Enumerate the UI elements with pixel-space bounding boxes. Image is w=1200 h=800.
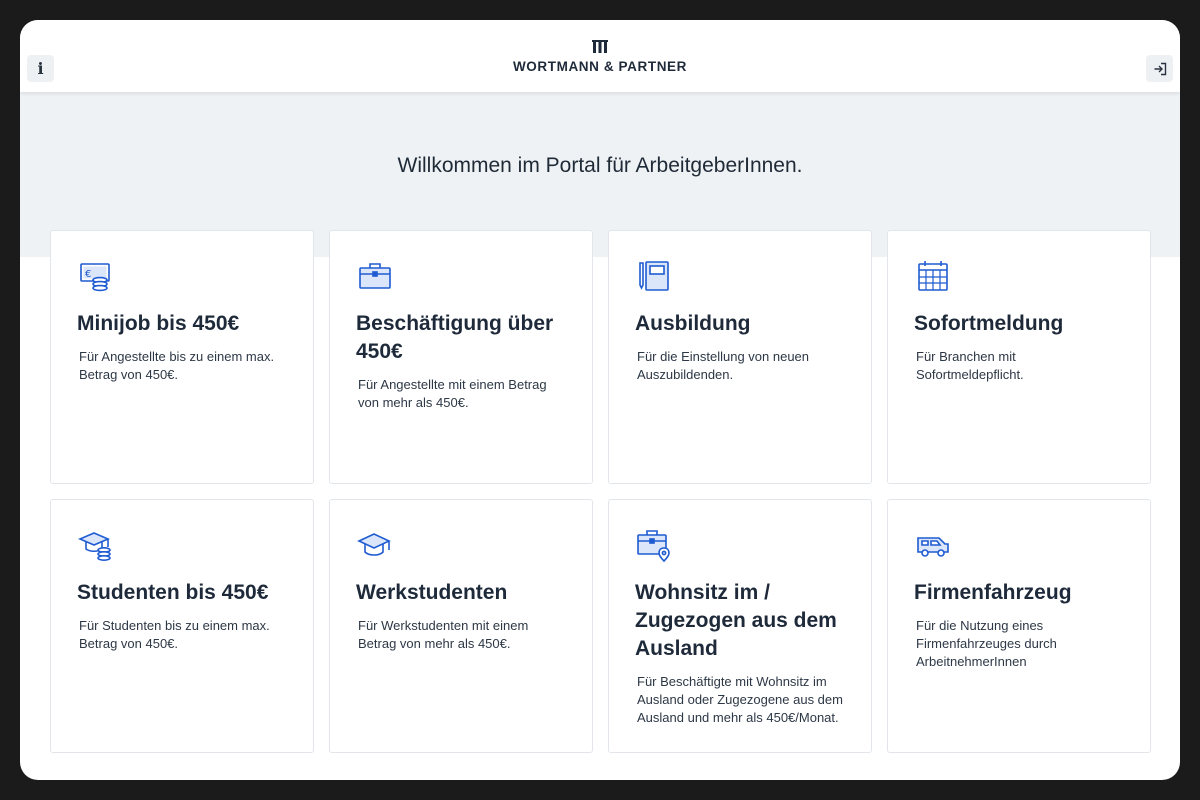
card-title: Beschäftigung über 450€ <box>356 312 554 363</box>
card-title: Wohnsitz im / Zugezogen aus dem Ausland <box>635 581 837 660</box>
login-button[interactable] <box>1146 55 1173 82</box>
card-minijob[interactable]: € Minijob bis 450€ Für Angestellte bis z… <box>50 230 314 484</box>
card-sofortmeldung[interactable]: Sofortmeldung Für Branchen mit Sofortmel… <box>887 230 1151 484</box>
company-logo[interactable]: WORTMANN & PARTNER <box>20 40 1180 74</box>
welcome-heading: Willkommen im Portal für ArbeitgeberInne… <box>397 154 803 177</box>
card-description: Für Studenten bis zu einem max. Betrag v… <box>79 618 270 651</box>
briefcase-location-icon <box>637 530 670 563</box>
card-title: Studenten bis 450€ <box>77 581 269 604</box>
card-title: Sofortmeldung <box>914 312 1064 335</box>
svg-text:€: € <box>85 269 91 280</box>
calendar-icon <box>918 261 948 291</box>
card-description: Für die Nutzung eines Firmenfahrzeuges d… <box>916 618 1057 669</box>
notebook-pen-icon <box>639 261 669 291</box>
card-title: Firmenfahrzeug <box>914 581 1072 604</box>
graduation-cap-coins-icon <box>77 532 111 561</box>
card-title: Ausbildung <box>635 312 751 335</box>
card-description: Für Angestellte mit einem Betrag von meh… <box>358 377 547 410</box>
logo-text: WORTMANN & PARTNER <box>512 59 688 74</box>
card-description: Für Angestellte bis zu einem max. Betrag… <box>79 349 275 382</box>
card-title: Minijob bis 450€ <box>77 312 240 335</box>
app-window: i WORTMANN & PARTNER Willkommen im Porta… <box>20 20 1180 780</box>
card-description: Für Branchen mit Sofortmeldepflicht. <box>916 349 1024 382</box>
card-description: Für Werkstudenten mit einem Betrag von m… <box>358 618 529 651</box>
login-icon <box>1154 62 1166 75</box>
graduation-cap-icon <box>357 533 391 556</box>
card-ausland[interactable]: Wohnsitz im / Zugezogen aus dem Ausland … <box>608 499 872 753</box>
logo-bars-icon <box>592 40 608 53</box>
cash-coins-icon: € <box>80 263 110 292</box>
briefcase-icon <box>359 263 391 289</box>
card-ausbildung[interactable]: Ausbildung Für die Einstellung von neuen… <box>608 230 872 484</box>
card-beschaeftigung[interactable]: Beschäftigung über 450€ Für Angestellte … <box>329 230 593 484</box>
category-grid: € Minijob bis 450€ Für Angestellte bis z… <box>50 230 1151 753</box>
card-description: Für die Einstellung von neuen Auszubilde… <box>637 349 810 382</box>
card-werkstudenten[interactable]: Werkstudenten Für Werkstudenten mit eine… <box>329 499 593 753</box>
card-firmenfahrzeug[interactable]: Firmenfahrzeug Für die Nutzung eines Fir… <box>887 499 1151 753</box>
car-icon <box>917 537 949 557</box>
top-bar: i WORTMANN & PARTNER <box>20 20 1180 92</box>
card-title: Werkstudenten <box>356 581 508 604</box>
card-description: Für Beschäftigte mit Wohnsitz im Ausland… <box>637 674 843 725</box>
card-studenten[interactable]: Studenten bis 450€ Für Studenten bis zu … <box>50 499 314 753</box>
